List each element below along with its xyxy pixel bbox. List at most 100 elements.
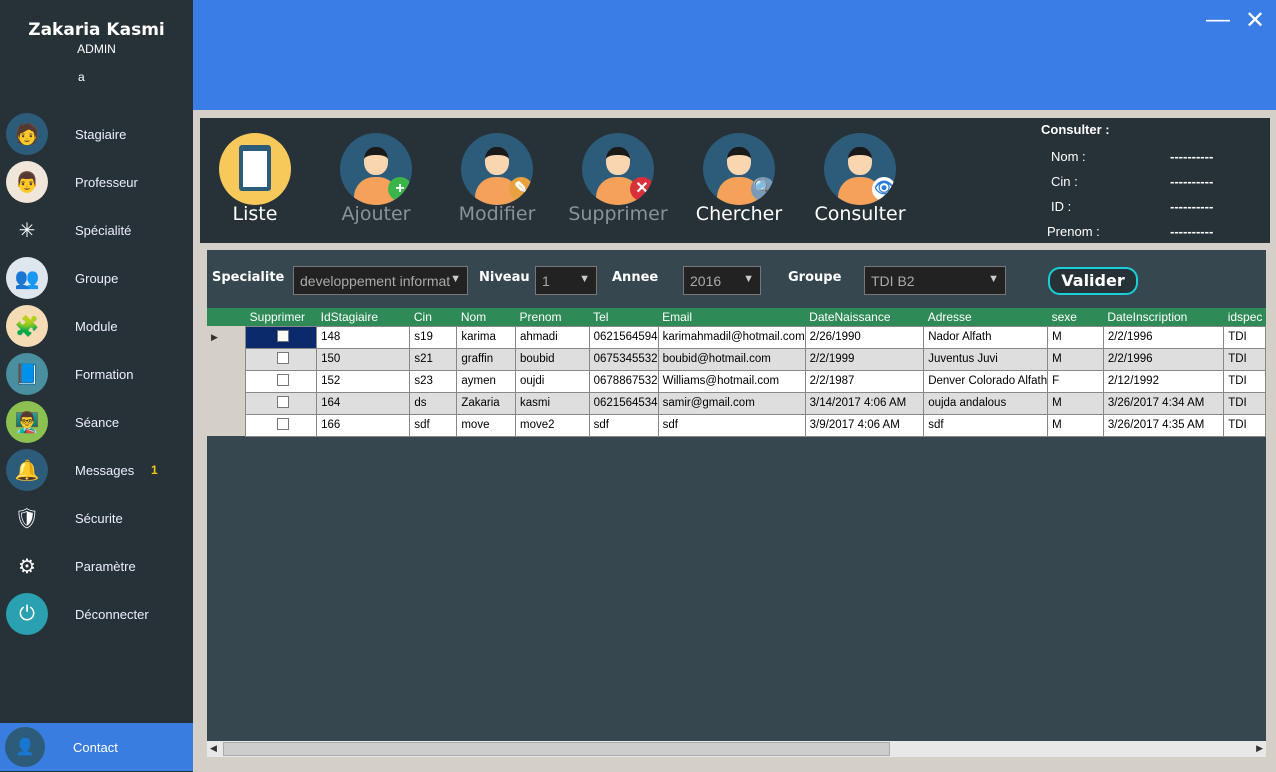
- table-cell: TDI: [1223, 325, 1266, 349]
- sidebar-item-label: Formation: [75, 366, 134, 382]
- contact-label: Contact: [73, 739, 118, 755]
- consulter-field-value: ----------: [1170, 174, 1214, 189]
- column-header[interactable]: Adresse: [923, 308, 1048, 326]
- supprimer-checkbox[interactable]: [245, 391, 318, 415]
- table-cell: boubid: [515, 347, 590, 371]
- sidebar-item-formation[interactable]: 📘 Formation: [0, 350, 193, 398]
- messages-badge: 1: [151, 463, 158, 477]
- sidebar-item-module[interactable]: 🧩 Module: [0, 302, 193, 350]
- column-header[interactable]: idspec: [1223, 308, 1266, 326]
- table-cell: 166: [316, 413, 411, 437]
- sidebar-item-professeur[interactable]: 👨 Professeur: [0, 158, 193, 206]
- table-row[interactable]: 166 sdf move move2 sdf sdf 3/9/2017 4:06 AM sdf…: [207, 413, 1266, 437]
- row-header[interactable]: [207, 414, 247, 436]
- column-header[interactable]: Cin: [409, 308, 457, 326]
- ajouter-label: Ajouter: [341, 203, 411, 225]
- groupe-value: TDI B2: [871, 273, 915, 289]
- consulter-label: Consulter: [814, 203, 906, 225]
- horizontal-scrollbar[interactable]: ◀ ▶: [207, 741, 1266, 757]
- shield-icon: 🛡: [14, 507, 40, 530]
- column-header[interactable]: Email: [658, 308, 806, 326]
- table-cell: aymen: [456, 369, 517, 393]
- chevron-down-icon: ▼: [450, 273, 461, 285]
- column-header[interactable]: Nom: [456, 308, 516, 326]
- specialite-select[interactable]: developpement informat ▼: [293, 266, 468, 295]
- column-header[interactable]: IdStagiaire: [316, 308, 410, 326]
- network-icon: ✳: [18, 219, 36, 242]
- sidebar-item-deconnecter[interactable]: ⏻ Déconnecter: [0, 590, 193, 638]
- table-cell: 2/2/1987: [804, 369, 925, 393]
- consulter-button[interactable]: 👁 Consulter: [800, 133, 920, 225]
- table-cell: karima: [456, 325, 517, 349]
- table-cell: s23: [409, 369, 458, 393]
- table-row[interactable]: 150 s21 graffin boubid 0675345532 boubid@hotm…: [207, 347, 1266, 371]
- table-cell: boubid@hotmail.com: [657, 347, 806, 371]
- minimize-button[interactable]: —: [1206, 6, 1230, 34]
- scroll-left-icon[interactable]: ◀: [210, 743, 217, 754]
- chercher-button[interactable]: 🔍 Chercher: [679, 133, 799, 225]
- close-button[interactable]: ✕: [1245, 6, 1265, 35]
- ajouter-button[interactable]: + Ajouter: [316, 133, 436, 225]
- sidebar-item-groupe[interactable]: 👥 Groupe: [0, 254, 193, 302]
- table-cell: 2/26/1990: [804, 325, 925, 349]
- table-cell: F: [1047, 369, 1104, 393]
- consulter-field-label: Prenom :: [1047, 224, 1100, 239]
- annee-select[interactable]: 2016 ▼: [683, 266, 761, 295]
- sidebar-item-stagiaire[interactable]: 🧑 Stagiaire: [0, 110, 193, 158]
- table-cell: 0678867532: [588, 369, 659, 393]
- sidebar-item-messages[interactable]: 🔔 Messages 1: [0, 446, 193, 494]
- row-header[interactable]: [207, 348, 247, 370]
- row-header[interactable]: [207, 370, 247, 392]
- column-header[interactable]: Prenom: [515, 308, 590, 326]
- scroll-right-icon[interactable]: ▶: [1256, 743, 1263, 754]
- table-cell: M: [1047, 413, 1104, 437]
- supprimer-button[interactable]: ✕ Supprimer: [558, 133, 678, 225]
- sidebar-item-securite[interactable]: 🛡 Sécurite: [0, 494, 193, 542]
- scrollbar-thumb[interactable]: [223, 742, 890, 756]
- table-row[interactable]: ▶ 148 s19 karima ahmadi 0621564594 karimahmadi…: [207, 325, 1266, 349]
- table-row[interactable]: 152 s23 aymen oujdi 0678867532 Williams@hotma…: [207, 369, 1266, 393]
- table-cell: M: [1047, 347, 1104, 371]
- table-cell: s21: [409, 347, 458, 371]
- consulter-icon: 👁: [824, 133, 896, 205]
- table-cell: TDI: [1223, 369, 1266, 393]
- sidebar-item-specialite[interactable]: ✳ Spécialité: [0, 206, 193, 254]
- valider-button[interactable]: Valider: [1048, 267, 1138, 295]
- contact-button[interactable]: 👤 Contact: [0, 723, 193, 771]
- sidebar-item-label: Sécurite: [75, 510, 123, 526]
- groupe-select[interactable]: TDI B2 ▼: [864, 266, 1006, 295]
- table-cell: sdf: [588, 413, 659, 437]
- supprimer-checkbox[interactable]: [245, 347, 318, 371]
- table-cell: 3/14/2017 4:06 AM: [804, 391, 925, 415]
- modifier-button[interactable]: ✎ Modifier: [437, 133, 557, 225]
- supprimer-checkbox[interactable]: [245, 413, 318, 437]
- sidebar-item-seance[interactable]: 👨‍🏫 Séance: [0, 398, 193, 446]
- niveau-select[interactable]: 1 ▼: [535, 266, 597, 295]
- row-header[interactable]: ▶: [207, 326, 247, 348]
- consulter-field-label: Cin :: [1051, 174, 1078, 189]
- consulter-field-value: ----------: [1170, 199, 1214, 214]
- table-cell: 164: [316, 391, 411, 415]
- chercher-icon: 🔍: [703, 133, 775, 205]
- column-header[interactable]: DateNaissance: [805, 308, 924, 326]
- liste-button[interactable]: Liste: [195, 133, 315, 225]
- supprimer-checkbox[interactable]: [245, 325, 318, 349]
- column-header[interactable]: DateInscription: [1103, 308, 1224, 326]
- table-row[interactable]: 164 ds Zakaria kasmi 0621564534 samir@gmail.c…: [207, 391, 1266, 415]
- column-header[interactable]: Supprimer: [245, 308, 317, 326]
- consulter-title: Consulter :: [1041, 122, 1110, 137]
- sidebar-item-label: Groupe: [75, 270, 119, 286]
- sidebar-item-label: Séance: [75, 414, 120, 430]
- sidebar-item-parametre[interactable]: ⚙ Paramètre: [0, 542, 193, 590]
- sidebar-item-label: Module: [75, 318, 118, 334]
- row-header[interactable]: [207, 392, 247, 414]
- sidebar: Zakaria Kasmi ADMIN a 🧑 Stagiaire 👨 Profess…: [0, 0, 193, 772]
- row-header-corner: [207, 308, 246, 326]
- supprimer-checkbox[interactable]: [245, 369, 318, 393]
- modifier-label: Modifier: [458, 203, 536, 225]
- column-header[interactable]: sexe: [1047, 308, 1104, 326]
- student-icon: 🧑: [6, 113, 48, 155]
- column-header[interactable]: Tel: [589, 308, 659, 326]
- table-cell: ds: [409, 391, 458, 415]
- presentation-icon: 👨‍🏫: [6, 401, 48, 443]
